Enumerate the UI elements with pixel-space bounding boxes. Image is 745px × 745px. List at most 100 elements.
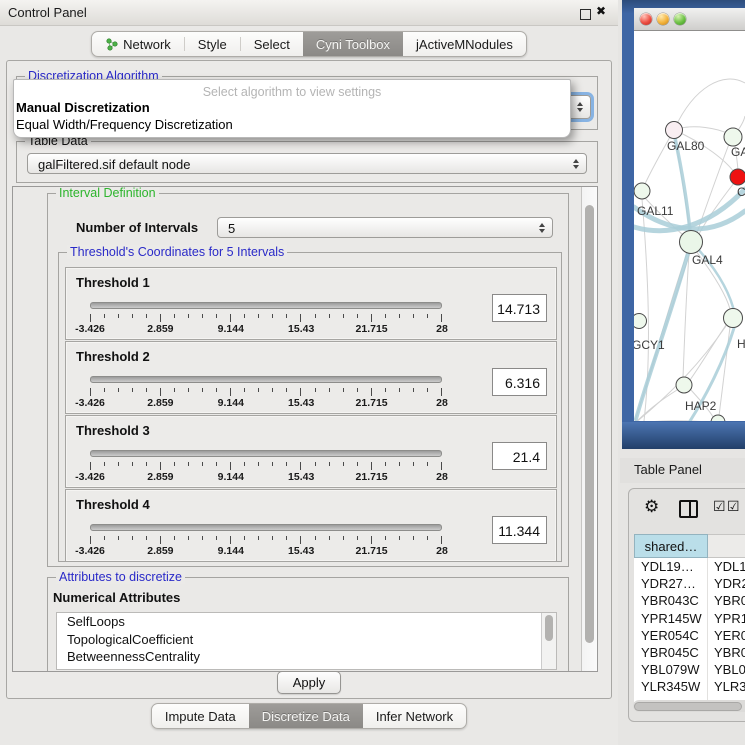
number-of-intervals-label: Number of Intervals [76,220,198,235]
network-edge[interactable] [690,325,726,380]
table-cell-shared-name[interactable]: YPR145W [634,610,708,627]
table-cell-shared-name[interactable]: YBR045C [634,644,708,661]
columns-icon[interactable] [679,500,698,518]
dropdown-hint-item[interactable]: Select algorithm to view settings [14,80,570,99]
tick-mark [385,536,386,540]
table-cell-shared-name[interactable]: YBL079W [634,661,708,678]
float-window-icon[interactable] [580,9,591,20]
table-cell-shared-name[interactable]: YER054C [634,627,708,644]
table-row[interactable]: YLR345WYLR3 [634,678,745,695]
network-edge-thick[interactable] [636,253,688,419]
network-node-hap2[interactable] [676,377,692,393]
table-cell-name[interactable]: YBR0 [708,644,745,661]
attribute-list-item[interactable]: TopologicalCoefficient [57,631,556,649]
tab-select[interactable]: Select [241,32,303,56]
table-data-select[interactable]: galFiltered.sif default node [27,153,587,174]
tick-label: 15.43 [288,323,314,335]
network-node-gal4[interactable] [680,231,703,254]
checkbox-icon[interactable]: ☑ [727,499,740,515]
column-header-shared[interactable]: shared… [634,534,708,558]
threshold-4-slider[interactable]: -3.4262.8599.14415.4321.71528 [90,524,442,558]
table-horizontal-scrollbar[interactable] [633,700,745,712]
tick-label: -3.426 [75,397,105,409]
network-node-label: C [737,185,745,199]
tick-mark [160,388,161,396]
attribute-list-item[interactable]: BetweennessCentrality [57,648,556,666]
threshold-1-slider[interactable]: -3.4262.8599.14415.4321.71528 [90,302,442,336]
threshold-1-value-field[interactable]: 14.713 [492,294,547,322]
tab-jactivemnodules[interactable]: jActiveMNodules [403,32,526,56]
threshold-2-value-field[interactable]: 6.316 [492,368,547,396]
close-traffic-light-icon[interactable] [640,13,652,25]
threshold-4-value-field[interactable]: 11.344 [492,516,547,544]
slider-thumb[interactable] [361,444,376,461]
table-cell-name[interactable]: YDR2 [708,575,745,592]
tab-jactivemnodules-label: jActiveMNodules [416,37,513,52]
tick-label: 21.715 [356,545,388,557]
threshold-2-slider[interactable]: -3.4262.8599.14415.4321.71528 [90,376,442,410]
dropdown-item-manual-discretization[interactable]: Manual Discretization [14,99,570,116]
tab-discretize-data[interactable]: Discretize Data [249,704,363,728]
network-node[interactable] [711,415,725,421]
table-cell-name[interactable]: YBL0 [708,661,745,678]
settings-scrollpane: Interval Definition Number of Intervals … [12,186,598,672]
table-row[interactable]: YER054CYER0 [634,627,745,644]
network-node-gal11[interactable] [634,183,650,199]
slider-thumb[interactable] [248,518,263,535]
table-cell-shared-name[interactable]: YBR043C [634,592,708,609]
dropdown-item-equal-width-frequency[interactable]: Equal Width/Frequency Discretization [14,116,570,133]
table-cell-name[interactable]: YDL1 [708,558,745,575]
slider-thumb[interactable] [192,370,207,387]
network-node-gcy1[interactable] [634,314,647,329]
numerical-attributes-list[interactable]: SelfLoopsTopologicalCoefficientBetweenne… [56,612,557,670]
tick-mark [146,314,147,318]
slider-track [90,524,442,531]
table-cell-shared-name[interactable]: YLR345W [634,678,708,695]
table-row[interactable]: YDR27…YDR2 [634,575,745,592]
table-cell-name[interactable]: YPR1 [708,610,745,627]
table-cell-name[interactable]: YER0 [708,627,745,644]
slider-thumb[interactable] [286,296,301,313]
number-of-intervals-select[interactable]: 5 [217,217,553,238]
attributes-list-scrollbar[interactable] [541,613,556,669]
tab-impute-data[interactable]: Impute Data [152,704,249,728]
network-edge[interactable] [674,79,745,130]
zoom-traffic-light-icon[interactable] [674,13,686,25]
tab-style[interactable]: Style [185,32,240,56]
attribute-list-item[interactable]: SelfLoops [57,613,556,631]
close-icon[interactable]: ✖ [596,4,606,18]
network-node-c[interactable] [730,169,745,185]
table-cell-name[interactable]: YBR0 [708,592,745,609]
network-node-ga[interactable] [724,128,742,146]
network-edge[interactable] [719,327,730,416]
table-row[interactable]: YPR145WYPR1 [634,610,745,627]
tab-cyni-toolbox[interactable]: Cyni Toolbox [303,32,403,56]
minimize-traffic-light-icon[interactable] [657,13,669,25]
table-data-group: Table Data galFiltered.sif default node [16,141,598,183]
table-cell-name[interactable]: YLR3 [708,678,745,695]
network-node-gal80[interactable] [666,122,683,139]
tab-network[interactable]: Network [92,32,184,56]
table-row[interactable]: YBL079WYBL0 [634,661,745,678]
tick-mark [441,462,442,470]
table-cell-shared-name[interactable]: YDL19… [634,558,708,575]
threshold-3-slider[interactable]: -3.4262.8599.14415.4321.71528 [90,450,442,484]
tab-discretize-data-label: Discretize Data [262,709,350,724]
tab-infer-network[interactable]: Infer Network [363,704,466,728]
tick-mark [399,536,400,540]
network-node-label: GAL11 [637,204,674,218]
checkbox-icon[interactable]: ☑ [713,499,726,515]
threshold-3-value-field[interactable]: 21.4 [492,442,547,470]
table-row[interactable]: YBR043CYBR0 [634,592,745,609]
apply-button[interactable]: Apply [277,671,341,694]
table-cell-shared-name[interactable]: YDR27… [634,575,708,592]
network-node-h[interactable] [724,309,743,328]
settings-vertical-scrollbar[interactable] [581,187,597,671]
table-row[interactable]: YDL19…YDL1 [634,558,745,575]
gear-icon[interactable]: ⚙ [644,497,659,517]
table-row[interactable]: YBR045CYBR0 [634,644,745,661]
network-canvas[interactable]: GAL80GACGAL11GAL4GCY1HHAP2 [634,31,745,421]
tick-mark [202,388,203,392]
tick-mark [258,388,259,392]
column-header-name[interactable]: na [708,534,745,558]
